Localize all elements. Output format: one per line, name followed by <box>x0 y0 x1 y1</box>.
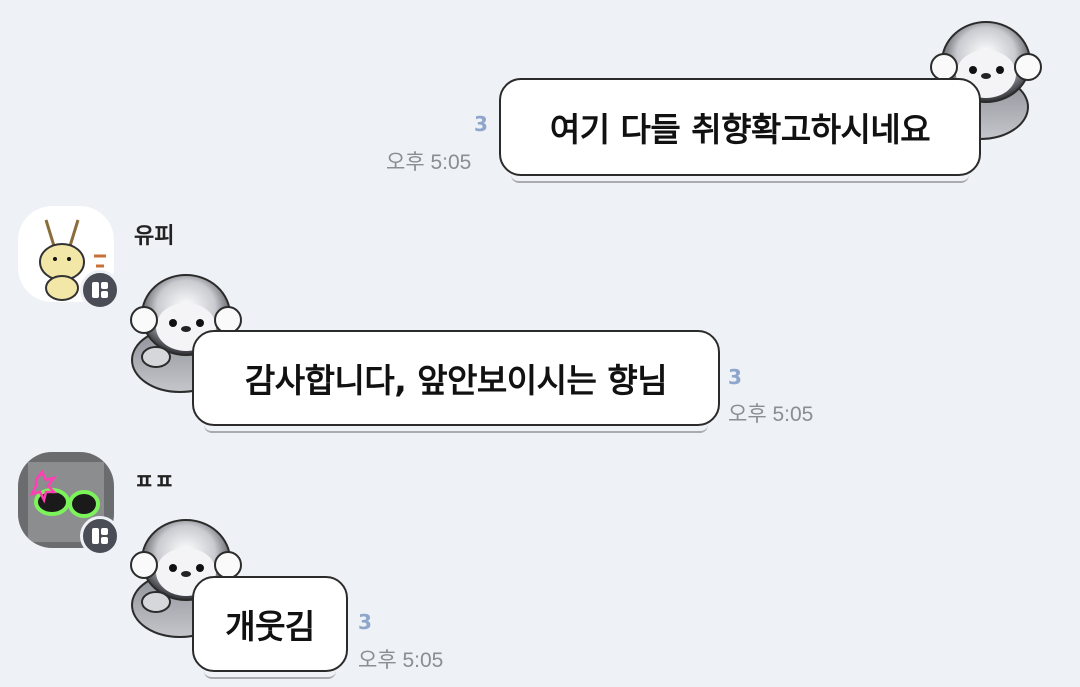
unread-count: 3 <box>358 610 372 634</box>
message-time: 오후 5:05 <box>728 403 814 426</box>
message-bubble[interactable]: 여기 다들 취향확고하시네요 <box>499 78 981 183</box>
message-bubble[interactable]: 감사합니다, 앞안보이시는 향님 <box>192 330 720 433</box>
unread-count: 3 <box>474 112 488 136</box>
sender-name: ㅍㅍ <box>134 470 175 495</box>
profile-badge-icon <box>80 270 120 310</box>
message-bubble[interactable]: 개웃김 <box>192 576 348 679</box>
unread-count: 3 <box>728 365 742 389</box>
message-time: 오후 5:05 <box>386 151 472 174</box>
message-time: 오후 5:05 <box>358 649 444 672</box>
profile-badge-icon <box>80 516 120 556</box>
sender-name: 유피 <box>134 224 175 249</box>
